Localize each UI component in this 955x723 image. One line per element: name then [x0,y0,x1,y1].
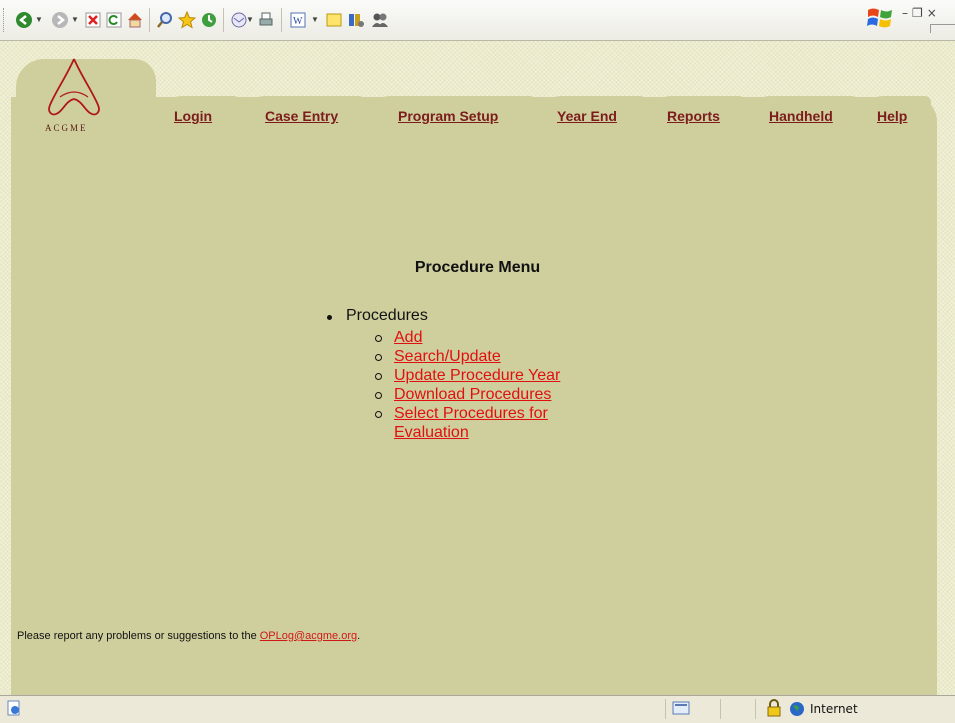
stop-icon[interactable] [83,10,103,30]
ie-page-icon [6,700,22,719]
nav-help[interactable]: Help [877,108,907,124]
circle-bullet-icon [375,354,382,361]
bullet-icon [327,315,332,320]
svg-text:W: W [293,16,303,27]
page-content: ACGME Login Case Entry Program Setup Yea… [0,41,955,696]
toolbar-grip[interactable] [3,8,7,32]
window-controls: –❐× [902,6,941,20]
restore-icon[interactable]: ❐ [912,6,927,20]
security-zone-label: Internet [810,702,858,716]
status-divider [665,699,666,719]
circle-bullet-icon [375,335,382,342]
link-download-procedures[interactable]: Download Procedures [394,385,551,404]
support-email-link[interactable]: OPLog@acgme.org [260,630,357,642]
nav-year-end[interactable]: Year End [557,108,617,124]
link-select-procedures-evaluation[interactable]: Select Procedures for [394,404,548,423]
address-box-edge [930,24,955,33]
close-icon[interactable]: × [927,6,941,20]
search-icon[interactable] [155,10,175,30]
back-dropdown-icon[interactable]: ▼ [35,10,43,30]
favorites-icon[interactable] [177,10,197,30]
circle-bullet-icon [375,392,382,399]
status-divider [755,699,756,719]
page-title: Procedure Menu [414,259,541,276]
globe-icon [789,701,805,720]
windows-logo-icon [866,4,894,32]
circle-bullet-icon [375,411,382,418]
status-bar: Internet [0,695,955,723]
nav-handheld[interactable]: Handheld [769,108,833,124]
toolbar-separator [281,8,282,32]
acgme-logo-text: ACGME [45,123,88,133]
nav-login[interactable]: Login [174,108,212,124]
link-update-procedure-year[interactable]: Update Procedure Year [394,366,560,385]
link-search-update[interactable]: Search/Update [394,347,501,366]
edit-dropdown-icon[interactable]: ▼ [311,10,319,30]
footer-text: Please report any problems or suggestion… [17,630,260,642]
research-icon[interactable] [346,10,366,30]
minimize-icon[interactable]: – [902,6,912,20]
lock-icon [767,699,781,720]
nav-case-entry[interactable]: Case Entry [265,108,338,124]
status-divider [720,699,721,719]
nav-program-setup[interactable]: Program Setup [398,108,498,124]
edit-icon[interactable]: W [288,10,308,30]
acgme-logo-icon[interactable] [44,57,104,119]
home-icon[interactable] [125,10,145,30]
browser-toolbar: ▼ ▼ ▼ W ▼ –❐× [0,0,955,41]
history-icon[interactable] [199,10,219,30]
footer-note: Please report any problems or suggestion… [17,630,360,642]
back-icon[interactable] [14,10,34,30]
nav-reports[interactable]: Reports [667,108,720,124]
menu-root-procedures: Procedures [346,307,428,324]
footer-end: . [357,630,361,642]
link-select-procedures-evaluation-cont[interactable]: Evaluation [394,423,469,442]
print-icon[interactable] [256,10,276,30]
circle-bullet-icon [375,373,382,380]
forward-dropdown-icon[interactable]: ▼ [71,10,79,30]
discuss-icon[interactable] [324,10,344,30]
messenger-icon[interactable] [370,10,390,30]
page-view-icon [672,701,690,718]
forward-icon[interactable] [50,10,70,30]
toolbar-separator [223,8,224,32]
refresh-icon[interactable] [104,10,124,30]
toolbar-separator [149,8,150,32]
link-add[interactable]: Add [394,328,422,347]
mail-dropdown-icon[interactable]: ▼ [246,10,254,30]
